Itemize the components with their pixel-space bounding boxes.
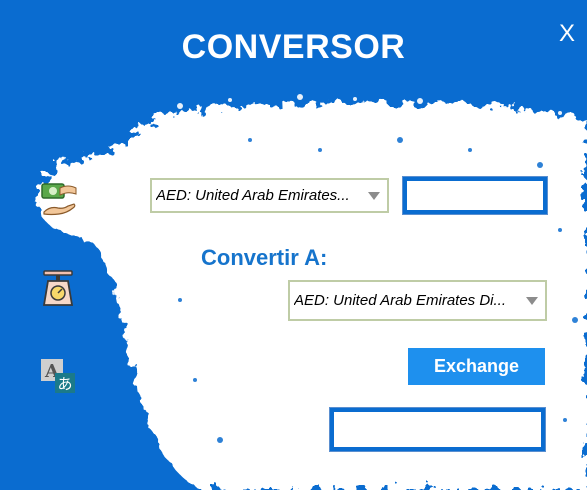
convert-to-label: Convertir A: [201, 245, 328, 270]
app-title: CONVERSOR [181, 28, 406, 66]
sidebar-item-weight[interactable] [32, 262, 84, 314]
exchange-button[interactable]: Exchange [408, 348, 545, 385]
result-field[interactable] [329, 407, 546, 452]
to-currency-select[interactable]: AED: United Arab Emirates Di... [288, 280, 547, 321]
close-button[interactable]: X [559, 20, 575, 48]
to-currency-value: AED: United Arab Emirates Di... [294, 292, 507, 309]
chevron-down-icon [526, 296, 538, 305]
sidebar-item-language[interactable]: A あ [32, 350, 84, 402]
from-currency-value: AED: United Arab Emirates... [156, 187, 350, 204]
translate-icon: A あ [41, 359, 75, 393]
money-exchange-icon [41, 183, 77, 216]
amount-input[interactable] [402, 176, 548, 215]
from-currency-select[interactable]: AED: United Arab Emirates... [150, 178, 389, 213]
weighing-scale-icon [42, 270, 74, 306]
svg-text:あ: あ [57, 375, 72, 393]
converter-window: CONVERSOR X A あ AED: United Arab Emirate… [0, 0, 587, 490]
chevron-down-icon [368, 191, 380, 200]
sidebar-item-currency[interactable] [34, 174, 86, 226]
